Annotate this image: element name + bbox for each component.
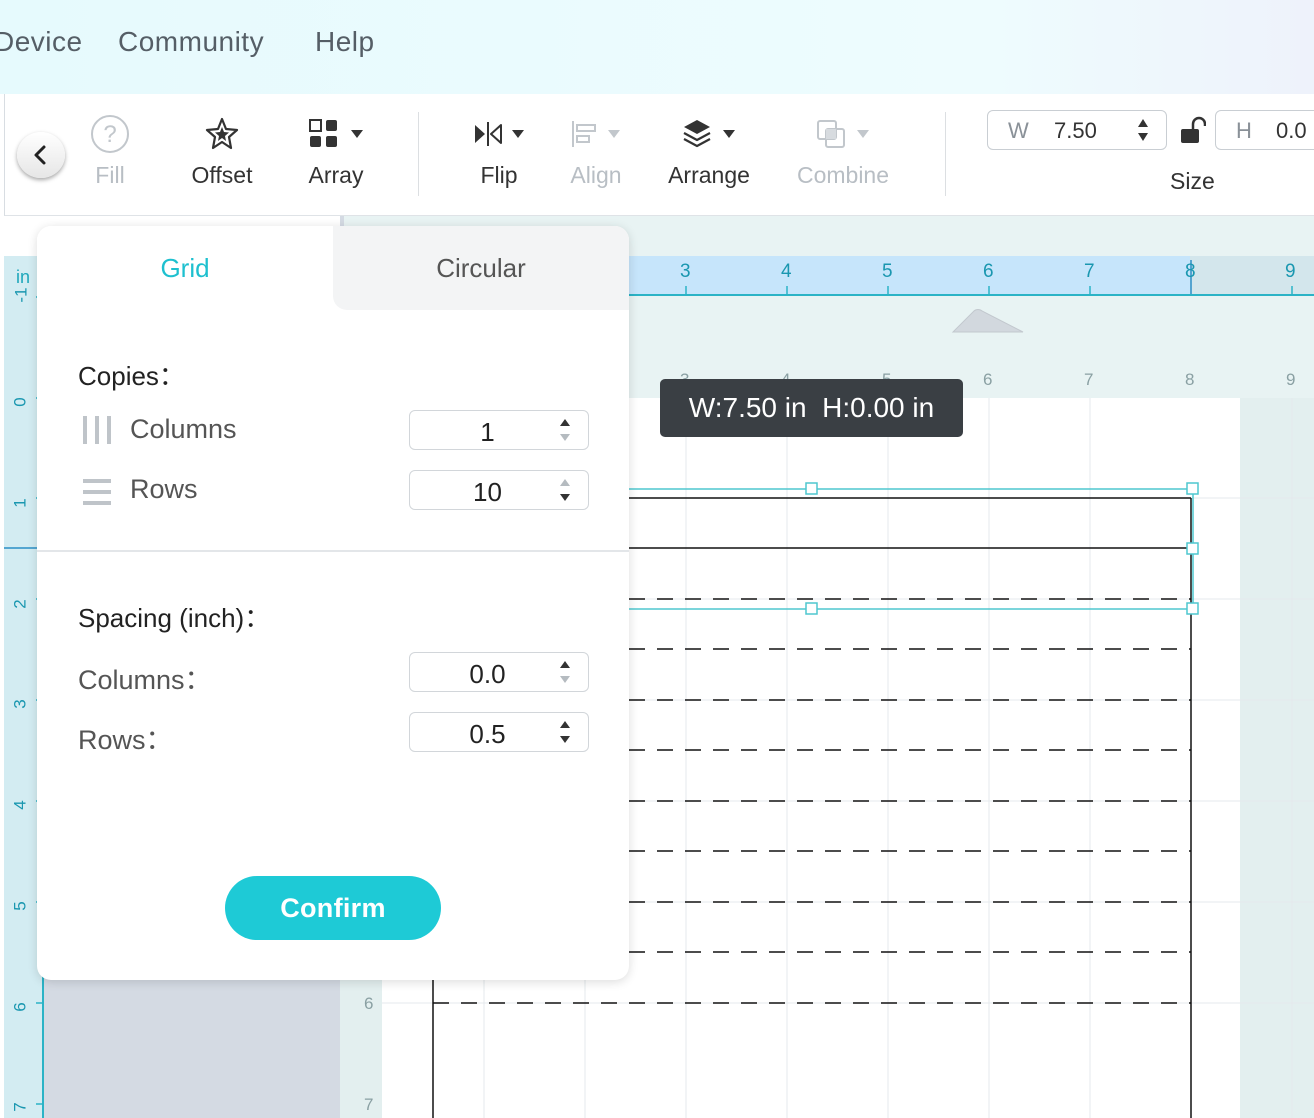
columns-stepper[interactable]: 1 <box>409 410 589 450</box>
tab-grid[interactable]: Grid <box>37 226 333 310</box>
mat-tick: 6 <box>364 994 374 1013</box>
mat-tick: 8 <box>1185 370 1195 389</box>
columns-label: Columns <box>130 414 237 444</box>
v-ruler-tick: -1 <box>11 287 31 303</box>
h-ruler-tick: 7 <box>1084 261 1095 282</box>
h-ruler-tick: 9 <box>1285 261 1296 282</box>
mat-tick: 7 <box>1084 370 1094 389</box>
h-ruler-tick: 4 <box>781 261 792 282</box>
columns-value: 1 <box>480 417 495 447</box>
copies-title: Copies： <box>78 361 185 391</box>
mat-tick: 6 <box>983 370 993 389</box>
h-ruler-tick: 5 <box>882 261 893 282</box>
v-ruler-tick: 7 <box>10 1102 30 1112</box>
h-ruler-tick: 3 <box>680 261 691 282</box>
columns-icon <box>83 416 111 444</box>
v-ruler-tick: 1 <box>10 498 30 508</box>
spacing-rows-value: 0.5 <box>469 719 506 749</box>
stepper-arrows-icon[interactable] <box>558 475 572 505</box>
v-ruler-tick: 6 <box>10 1002 30 1012</box>
spacing-title: Spacing (inch)： <box>78 603 271 633</box>
confirm-button[interactable]: Confirm <box>225 876 441 940</box>
h-ruler-tick: 6 <box>983 261 994 282</box>
dimension-tooltip: W:7.50 in H:0.00 in <box>660 379 963 437</box>
rows-stepper[interactable]: 10 <box>409 470 589 510</box>
array-popup: Grid Circular Copies： Columns 1 Rows 10 … <box>37 226 629 980</box>
v-ruler-tick: 4 <box>10 800 30 810</box>
v-ruler-tick: 0 <box>10 397 30 407</box>
ruler-unit: in <box>16 267 31 287</box>
v-ruler-tick: 5 <box>10 901 30 911</box>
h-ruler-tick: 8 <box>1185 261 1196 282</box>
spacing-columns-label: Columns： <box>78 665 212 695</box>
section-divider <box>37 550 629 552</box>
spacing-rows-stepper[interactable]: 0.5 <box>409 712 589 752</box>
spacing-columns-stepper[interactable]: 0.0 <box>409 652 589 692</box>
mat-tick: 9 <box>1286 370 1296 389</box>
spacing-rows-label: Rows： <box>78 725 173 755</box>
tab-circular[interactable]: Circular <box>333 226 629 310</box>
rows-label: Rows <box>130 474 198 504</box>
v-ruler-tick: 3 <box>10 699 30 709</box>
v-ruler-tick: 2 <box>10 599 30 609</box>
stepper-arrows-icon[interactable] <box>558 717 572 747</box>
spacing-columns-value: 0.0 <box>469 659 506 689</box>
rows-value: 10 <box>473 477 502 507</box>
stepper-arrows-icon[interactable] <box>558 415 572 445</box>
stepper-arrows-icon[interactable] <box>558 657 572 687</box>
mat-tick: 7 <box>364 1095 374 1114</box>
rows-icon <box>83 479 111 505</box>
